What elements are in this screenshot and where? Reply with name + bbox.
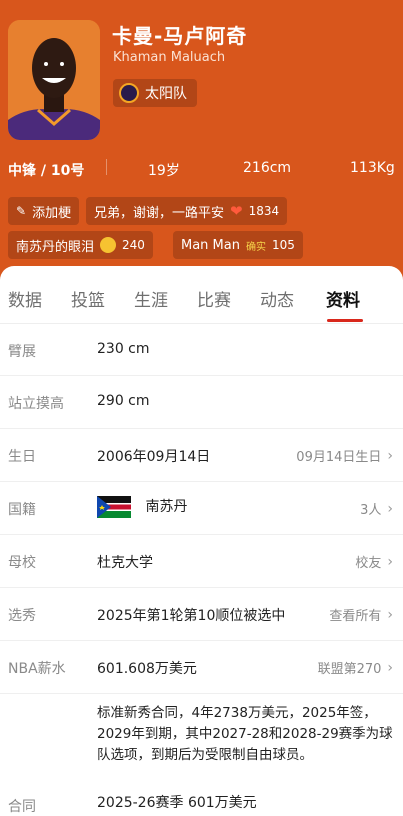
tab-stats[interactable]: 数据 [8,286,42,311]
salary-rank-link[interactable]: 联盟第270 › [317,658,393,678]
row-wingspan: 臂展 230 cm [0,324,403,376]
college-value: 杜克大学 [97,555,153,571]
birthday-label: 生日 [8,449,36,465]
wingspan-label: 臂展 [8,344,36,360]
row-reach: 站立摸高 290 cm [0,376,403,429]
south-sudan-flag-icon [97,496,131,518]
draft-value: 2025年第1轮第10顺位被选中 [97,608,286,624]
profile-sheet: 数据 投篮 生涯 比赛 动态 资料 臂展 230 cm 站立摸高 290 cm … [0,266,403,815]
active-tab-indicator [327,319,363,322]
tag-3-text: Man Man [181,237,240,253]
tag-3-count: 105 [271,238,295,252]
draft-link-text: 查看所有 [329,609,382,624]
tag-2-count: 240 [122,238,145,252]
nationality-link[interactable]: 3人 › [360,499,393,519]
tag-1-count: 1834 [248,204,280,218]
college-link[interactable]: 校友 › [355,552,393,572]
tab-career[interactable]: 生涯 [134,286,168,311]
contract-label: 合同 [8,799,36,815]
contract-description: 标准新秀合同，4年2738万美元，2025年签，2029年到期，其中2027-2… [97,705,393,763]
row-birthday[interactable]: 生日 2006年09月14日 09月14日生日 › [0,429,403,482]
chevron-right-icon: › [387,659,393,676]
row-salary[interactable]: NBA薪水 601.608万美元 联盟第270 › [0,641,403,694]
tag-chip-1[interactable]: 兄弟，谢谢，一路平安 ❤ 1834 [86,197,288,225]
stat-weight: 113Kg [350,160,395,176]
nationality-label: 国籍 [8,502,36,518]
salary-value: 601.608万美元 [97,661,197,677]
birthday-link-text: 09月14日生日 [296,450,382,465]
stat-position: 中锋 / 10号 [8,163,85,179]
row-nationality[interactable]: 国籍 南苏丹 3人 › [0,482,403,535]
player-stats-bar: 中锋 / 10号 19岁 216cm 113Kg [0,150,403,186]
team-chip[interactable]: 太阳队 [113,79,197,107]
tag-3-badge: 确实 [245,241,266,253]
chevron-right-icon: › [387,500,393,517]
heart-icon: ❤ [230,202,243,220]
salary-rank-text: 联盟第270 [317,662,382,677]
tab-profile[interactable]: 资料 [326,286,360,311]
birthday-value: 2006年09月14日 [97,449,211,465]
stat-divider [106,159,107,175]
reach-label: 站立摸高 [8,396,64,412]
tab-news[interactable]: 动态 [260,286,294,311]
college-label: 母校 [8,555,36,571]
pencil-icon: ✎ [16,204,27,218]
draft-link[interactable]: 查看所有 › [329,605,393,625]
player-avatar [8,20,100,140]
player-name-cn: 卡曼-马卢阿奇 [112,24,248,48]
draft-label: 选秀 [8,608,36,624]
team-name: 太阳队 [145,86,187,102]
row-contract: 标准新秀合同，4年2738万美元，2025年签，2029年到期，其中2027-2… [0,694,403,815]
add-tag-label: 添加梗 [32,205,72,221]
tab-games[interactable]: 比赛 [197,286,231,311]
add-tag-button[interactable]: ✎ 添加梗 [8,197,80,225]
chevron-right-icon: › [387,447,393,464]
player-header: 卡曼-马卢阿奇 Khaman Maluach 太阳队 中锋 / 10号 19岁 … [0,0,403,290]
tab-bar: 数据 投篮 生涯 比赛 动态 资料 [0,266,403,324]
salary-label: NBA薪水 [8,661,66,677]
tag-chip-3[interactable]: Man Man 确实 105 [173,231,303,259]
stat-height: 216cm [243,160,292,176]
reach-value: 290 cm [97,393,150,409]
chevron-right-icon: › [387,553,393,570]
row-draft[interactable]: 选秀 2025年第1轮第10顺位被选中 查看所有 › [0,588,403,641]
tag-2-text: 南苏丹的眼泪 [16,239,95,255]
college-link-text: 校友 [355,556,382,571]
player-name-en: Khaman Maluach [113,50,226,65]
nationality-value: 南苏丹 [145,499,188,515]
tag-chip-2[interactable]: 南苏丹的眼泪 240 [8,231,153,259]
row-college[interactable]: 母校 杜克大学 校友 › [0,535,403,588]
wingspan-value: 230 cm [97,341,150,357]
tag-1-text: 兄弟，谢谢，一路平安 [94,205,225,221]
nationality-link-text: 3人 [360,503,382,518]
nationality-value-group: 南苏丹 [97,496,187,518]
stat-age: 19岁 [148,163,180,179]
chevron-right-icon: › [387,606,393,623]
birthday-link[interactable]: 09月14日生日 › [296,446,393,466]
crying-emoji-icon [100,237,117,253]
tab-shooting[interactable]: 投篮 [71,286,105,311]
player-portrait-image [8,20,100,140]
suns-logo-icon [119,83,139,103]
contract-season: 2025-26赛季 601万美元 [97,795,257,811]
